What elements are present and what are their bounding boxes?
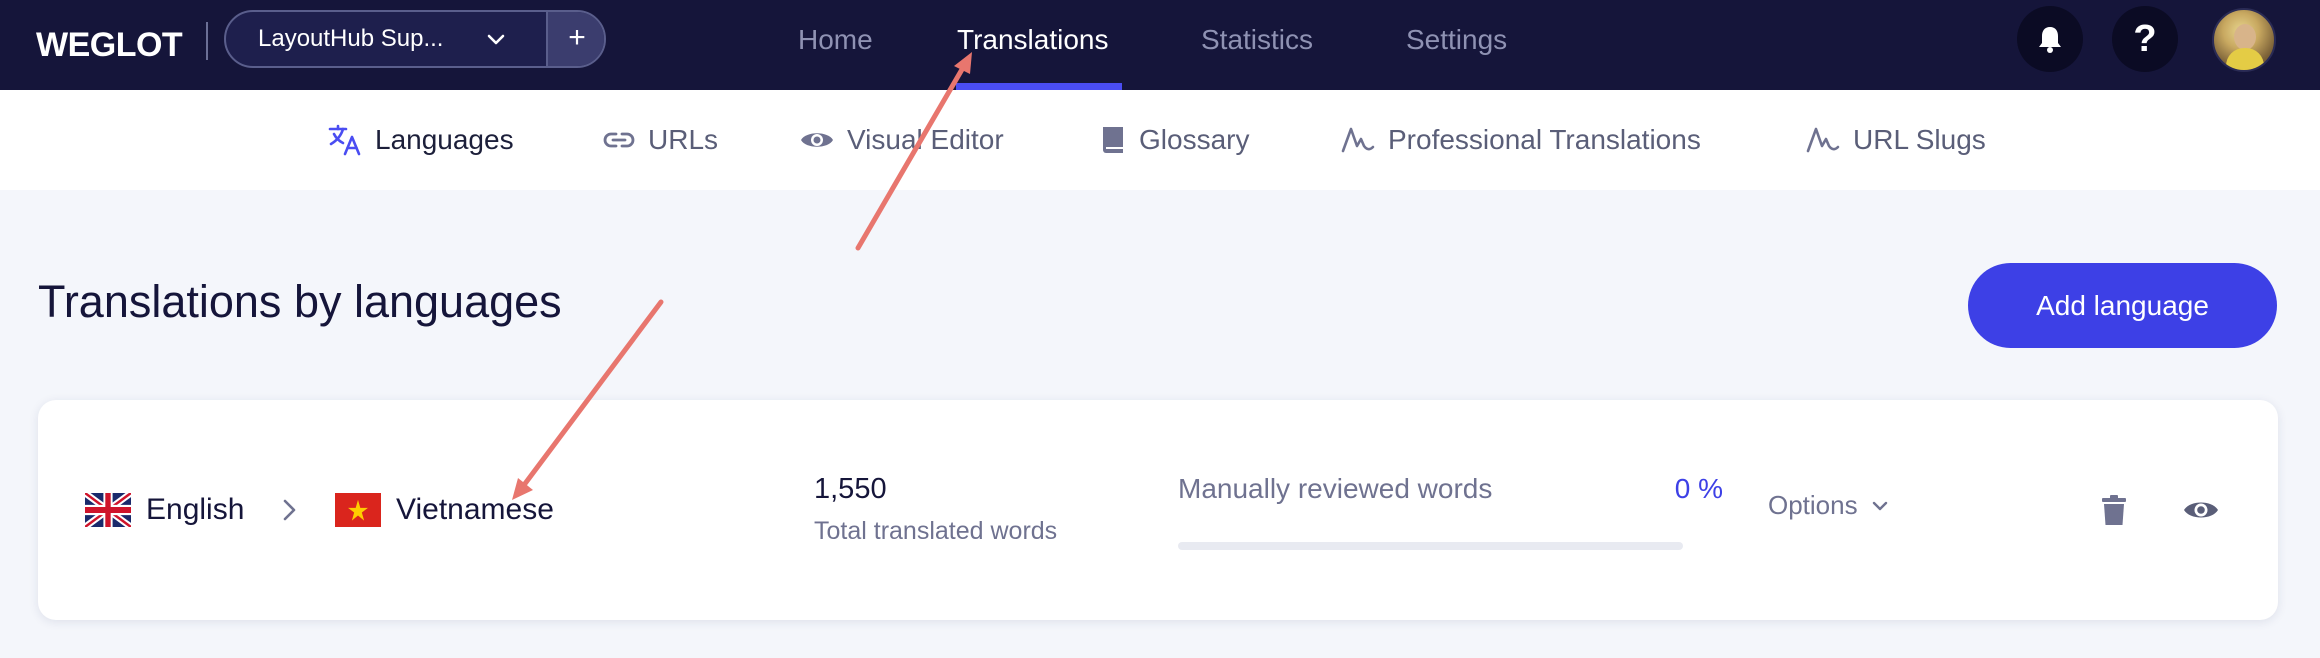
chevron-down-icon (1872, 501, 1887, 510)
avatar-body (2226, 48, 2264, 70)
avatar-face (2234, 24, 2256, 50)
project-name[interactable]: LayoutHub Sup... (258, 12, 443, 66)
add-language-button[interactable]: Add language (1968, 263, 2277, 348)
signature-icon (1341, 127, 1375, 153)
bell-icon (2039, 27, 2061, 53)
subnav-urls-label: URLs (648, 124, 719, 155)
translated-words-label: Total translated words (814, 517, 1058, 545)
add-project-button[interactable]: + (546, 12, 604, 66)
subnav-glossary-label: Glossary (1139, 124, 1250, 155)
project-selector[interactable]: LayoutHub Sup... + (224, 10, 606, 68)
source-language-name: English (146, 493, 245, 526)
subnav-glossary[interactable]: Glossary (1099, 90, 1249, 190)
nav-translations[interactable]: Translations (957, 0, 1108, 84)
active-tab-indicator (956, 83, 1122, 90)
reviewed-words-percent: 0 % (1674, 473, 1723, 504)
options-label: Options (1768, 490, 1858, 520)
target-language-name: Vietnamese (396, 493, 554, 526)
subnav-languages[interactable]: Languages (327, 90, 514, 190)
translate-icon (328, 124, 361, 156)
subnav-visual-editor[interactable]: Visual Editor (799, 90, 1004, 190)
subnav-languages-label: Languages (375, 124, 514, 155)
reviewed-progress-bar (1178, 542, 1683, 550)
eye-icon (801, 133, 833, 147)
chevron-down-icon[interactable] (484, 27, 508, 51)
page-title: Translations by languages (38, 276, 562, 327)
weglot-logo[interactable]: WEGLOT (36, 22, 183, 68)
subnav-professional-translations[interactable]: Professional Translations (1340, 90, 1701, 190)
vn-flag-icon (335, 493, 381, 527)
reviewed-words-label: Manually reviewed words (1178, 473, 1493, 504)
eye-icon (2184, 502, 2218, 518)
subnav-url-slugs-label: URL Slugs (1853, 124, 1986, 155)
preview-language-button[interactable] (2180, 490, 2222, 530)
trash-icon (2102, 495, 2126, 525)
sub-navigation: Languages URLs Visual Editor Glossary Pr… (0, 90, 2320, 190)
signature-icon (1806, 127, 1840, 153)
user-avatar[interactable] (2212, 8, 2276, 72)
nav-home[interactable]: Home (798, 0, 873, 84)
subnav-urls[interactable]: URLs (602, 90, 718, 190)
translated-words-count: 1,550 (814, 473, 887, 505)
subnav-visual-editor-label: Visual Editor (847, 124, 1004, 155)
notifications-button[interactable] (2017, 6, 2083, 72)
delete-language-button[interactable] (2094, 490, 2134, 530)
language-pair-card: English Vietnamese 1,550 Total translate… (38, 400, 2278, 620)
book-icon (1103, 127, 1123, 153)
options-dropdown[interactable]: Options (1768, 490, 1890, 521)
nav-settings[interactable]: Settings (1406, 0, 1507, 84)
help-button[interactable]: ? (2112, 6, 2178, 72)
subnav-professional-translations-label: Professional Translations (1388, 124, 1701, 155)
help-icon: ? (2133, 17, 2157, 60)
chevron-right-icon (283, 499, 296, 521)
subnav-url-slugs[interactable]: URL Slugs (1805, 90, 1986, 190)
top-navigation-bar: WEGLOT LayoutHub Sup... + Home Translati… (0, 0, 2320, 90)
nav-statistics[interactable]: Statistics (1201, 0, 1313, 84)
gb-flag-icon (85, 493, 131, 527)
link-icon (603, 132, 635, 148)
logo-divider (206, 22, 208, 60)
